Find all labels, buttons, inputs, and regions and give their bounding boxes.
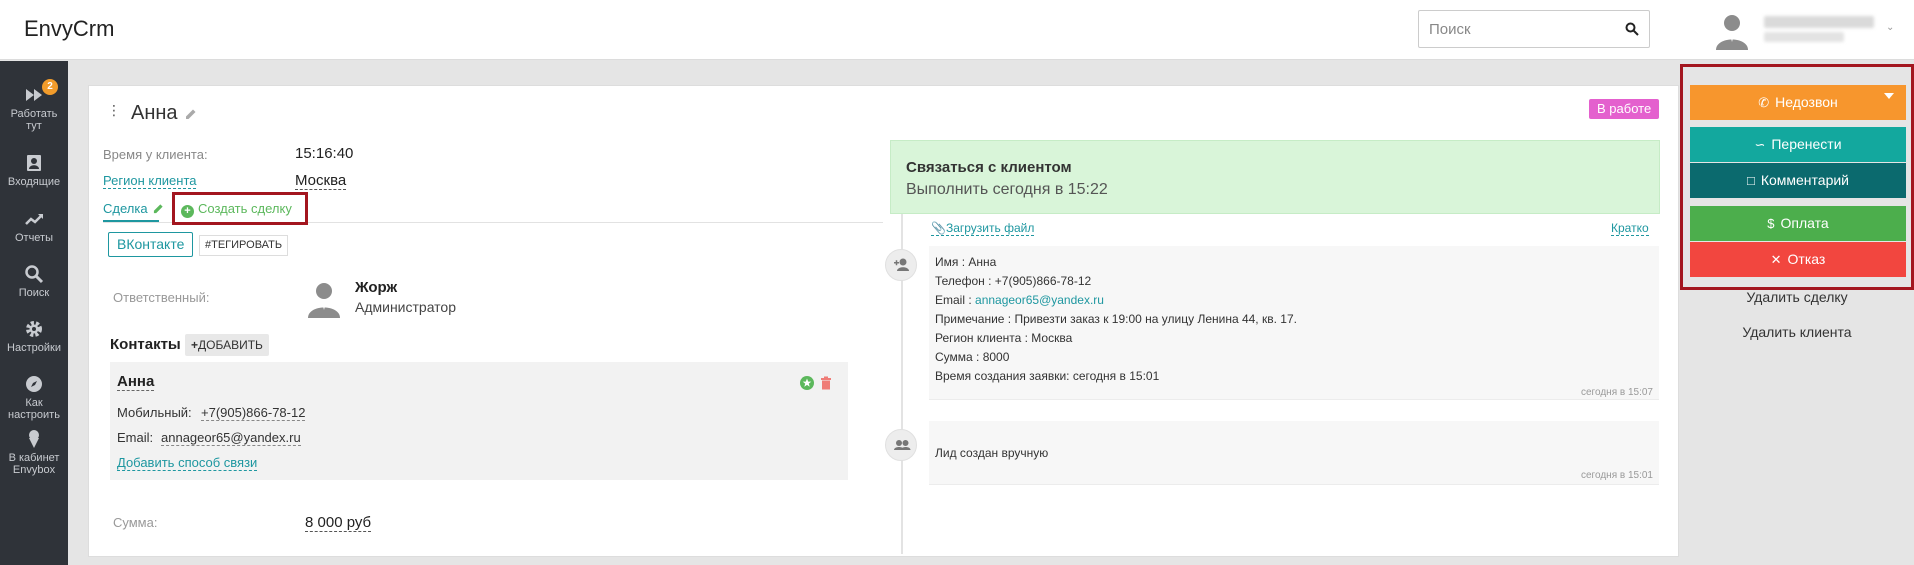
fast-forward-icon (26, 89, 42, 101)
trash-icon[interactable] (820, 376, 832, 390)
sidebar-item-how-to-setup[interactable]: Как настроить (0, 374, 68, 421)
vkontakte-button[interactable]: ВКонтакте (108, 232, 194, 257)
sidebar-item-envybox-cabinet[interactable]: В кабинет Envybox (0, 429, 68, 476)
responsible-avatar (308, 283, 340, 318)
search-box[interactable] (1418, 10, 1650, 48)
lead-card: ⋮ Анна В работе Время у клиента: 15:16:4… (88, 85, 1679, 557)
add-contact-method-link[interactable]: Добавить способ связи (117, 455, 258, 471)
responsible-role: Администратор (355, 299, 457, 315)
ice-cream-icon (29, 430, 39, 448)
mobile-value[interactable]: +7(905)866-78-12 (201, 405, 306, 421)
search-input[interactable] (1429, 19, 1609, 39)
add-contact-button[interactable]: +ДОБАВИТЬ (185, 334, 269, 356)
payment-button[interactable]: $ Оплата (1690, 206, 1906, 241)
gear-icon (26, 321, 42, 337)
task-title: Связаться с клиентом (906, 159, 1072, 176)
task-subtitle: Выполнить сегодня в 15:22 (906, 181, 1108, 198)
email-label: Email: (117, 430, 154, 445)
refuse-button[interactable]: ✕ Отказ (1690, 242, 1906, 277)
comment-icon: □ (1746, 173, 1755, 188)
brief-toggle-link[interactable]: Кратко (1611, 221, 1649, 236)
plus-circle-icon: + (181, 205, 194, 218)
sidebar-item-inbox[interactable]: Входящие (0, 153, 68, 188)
upload-file-link[interactable]: 📎Загрузить файл (931, 221, 1035, 236)
event-time: сегодня в 15:07 (1581, 387, 1653, 398)
responsible-name: Жорж (355, 279, 398, 296)
kebab-menu-icon[interactable]: ⋮ (107, 103, 121, 117)
close-icon: ✕ (1770, 252, 1782, 267)
tab-deal[interactable]: Сделка (103, 201, 148, 216)
users-icon (894, 440, 911, 450)
app-logo[interactable]: EnvyCrm (24, 16, 114, 42)
client-region-label[interactable]: Регион клиента (103, 173, 197, 189)
sidebar-item-reports[interactable]: Отчеты (0, 209, 68, 244)
search-icon[interactable] (1625, 22, 1639, 36)
chevron-down-icon[interactable]: ⌄ (1886, 22, 1894, 33)
event-email-link[interactable]: annageor65@yandex.ru (975, 293, 1104, 307)
sidebar-item-work-here[interactable]: 2 Работать тут (0, 79, 68, 132)
email-value[interactable]: annageor65@yandex.ru (161, 430, 301, 446)
sum-label: Сумма: (113, 515, 158, 530)
reschedule-button[interactable]: ∽ Перенести (1690, 127, 1906, 162)
sidebar: 2 Работать тут Входящие Отчеты Поиск Наст… (0, 61, 68, 565)
sidebar-item-search[interactable]: Поиск (0, 264, 68, 299)
event-time: сегодня в 15:01 (1581, 470, 1653, 481)
sidebar-item-settings[interactable]: Настройки (0, 319, 68, 354)
timeline-users-dot (885, 429, 917, 461)
notification-badge: 2 (42, 79, 58, 95)
plus-icon: + (191, 338, 199, 352)
task-panel[interactable]: Связаться с клиентом Выполнить сегодня в… (890, 140, 1660, 214)
user-name-blurred (1764, 16, 1874, 28)
contacts-title: Контакты (110, 336, 181, 353)
user-role-blurred (1764, 32, 1844, 42)
sum-value[interactable]: 8 000 руб (305, 514, 372, 532)
dollar-icon: $ (1767, 216, 1775, 231)
no-answer-button[interactable]: ✆ Недозвон (1690, 85, 1906, 120)
trend-icon (25, 214, 43, 225)
mobile-label: Мобильный: (117, 405, 192, 420)
event-line: Лид создан вручную (935, 446, 1049, 460)
search-icon (25, 265, 44, 284)
tag-button[interactable]: #ТЕГИРОВАТЬ (199, 235, 289, 256)
event-line: Телефон : +7(905)866-78-12 (935, 274, 1092, 288)
top-bar: EnvyCrm ⌄ (0, 0, 1914, 60)
paperclip-icon: 📎 (931, 221, 946, 235)
client-time-value: 15:16:40 (295, 145, 354, 162)
client-time-label: Время у клиента: (103, 147, 208, 162)
compass-icon (26, 376, 42, 392)
phone-icon: ✆ (1758, 95, 1770, 110)
event-line: Имя : Анна (935, 255, 997, 269)
timeline-event: Имя : Анна Телефон : +7(905)866-78-12 Em… (929, 246, 1659, 400)
event-line: Примечание : Привезти заказ к 19:00 на у… (935, 312, 1297, 326)
contact-name[interactable]: Анна (117, 373, 155, 391)
delete-client-link[interactable]: Удалить клиента (1680, 324, 1914, 340)
event-line-email: Email : annageor65@yandex.ru (935, 293, 1104, 307)
delete-deal-link[interactable]: Удалить сделку (1680, 289, 1914, 305)
status-badge[interactable]: В работе (1589, 99, 1660, 119)
caret-down-icon[interactable] (1884, 93, 1894, 99)
event-line: Сумма : 8000 (935, 350, 1010, 364)
reschedule-icon: ∽ (1754, 137, 1766, 152)
lead-name: Анна (131, 102, 178, 124)
comment-button[interactable]: □ Комментарий (1690, 163, 1906, 198)
create-deal-button[interactable]: + Создать сделку (181, 201, 292, 218)
edit-name-pencil-icon[interactable] (185, 108, 197, 120)
event-line: Время создания заявки: сегодня в 15:01 (935, 369, 1160, 383)
star-icon[interactable] (800, 376, 814, 390)
edit-deal-pencil-icon[interactable] (153, 203, 164, 214)
timeline-add-user-dot (885, 249, 917, 281)
add-user-icon (894, 258, 909, 271)
inbox-icon (27, 155, 41, 171)
contact-card: Анна Мобильный: +7(905)866-78-12 Email: … (110, 362, 848, 480)
user-avatar[interactable] (1712, 10, 1752, 50)
responsible-label: Ответственный: (113, 290, 210, 305)
event-line: Регион клиента : Москва (935, 331, 1073, 345)
timeline-event: Лид создан вручную сегодня в 15:01 (929, 421, 1659, 485)
client-region-value[interactable]: Москва (295, 172, 347, 190)
